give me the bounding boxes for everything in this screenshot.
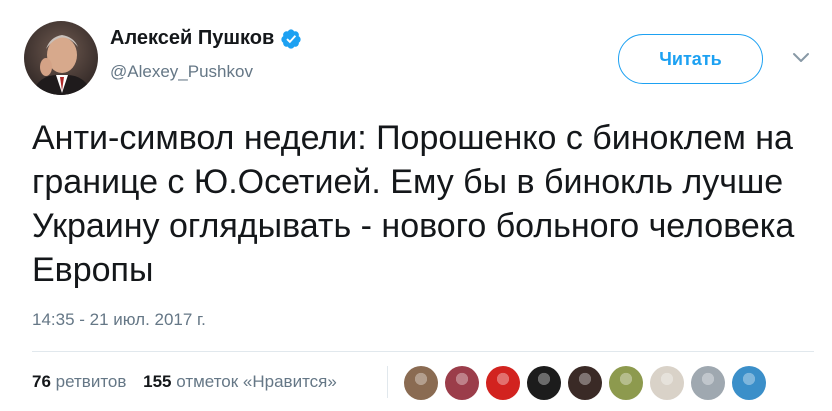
liker-avatar-5[interactable] — [568, 366, 602, 400]
likes-stat[interactable]: 155 отметок «Нравится» — [143, 372, 337, 392]
likes-count: 155 — [143, 372, 172, 391]
liker-avatar-3[interactable] — [486, 366, 520, 400]
liker-avatar-9[interactable] — [732, 366, 766, 400]
liker-avatar-6[interactable] — [609, 366, 643, 400]
tweet-text: Анти-символ недели: Порошенко с биноклем… — [32, 119, 795, 289]
liker-avatar-4[interactable] — [527, 366, 561, 400]
likes-label: отметок «Нравится» — [176, 372, 337, 391]
stats-separator — [387, 366, 388, 398]
retweets-count: 76 — [32, 372, 51, 391]
liker-avatar-8[interactable] — [691, 366, 725, 400]
liker-avatars — [404, 366, 773, 400]
verified-badge-icon — [280, 28, 302, 50]
tweet-timestamp[interactable]: 14:35 - 21 июл. 2017 г. — [32, 310, 206, 330]
retweets-label: ретвитов — [55, 372, 127, 391]
divider — [32, 351, 814, 352]
author-avatar-image — [24, 21, 98, 95]
tweet-stats: 76 ретвитов 155 отметок «Нравится» — [32, 372, 349, 392]
author-handle[interactable]: @Alexey_Pushkov — [110, 62, 253, 82]
author-name-row: Алексей Пушков — [110, 27, 302, 50]
liker-avatar-1[interactable] — [404, 366, 438, 400]
tweet-card: Алексей Пушков @Alexey_Pushkov Читать Ан… — [0, 0, 832, 411]
chevron-down-icon[interactable] — [790, 50, 812, 66]
liker-avatar-7[interactable] — [650, 366, 684, 400]
retweets-stat[interactable]: 76 ретвитов — [32, 372, 126, 392]
follow-button[interactable]: Читать — [618, 34, 763, 84]
author-avatar[interactable] — [24, 21, 98, 95]
author-display-name[interactable]: Алексей Пушков — [110, 27, 274, 50]
liker-avatar-2[interactable] — [445, 366, 479, 400]
